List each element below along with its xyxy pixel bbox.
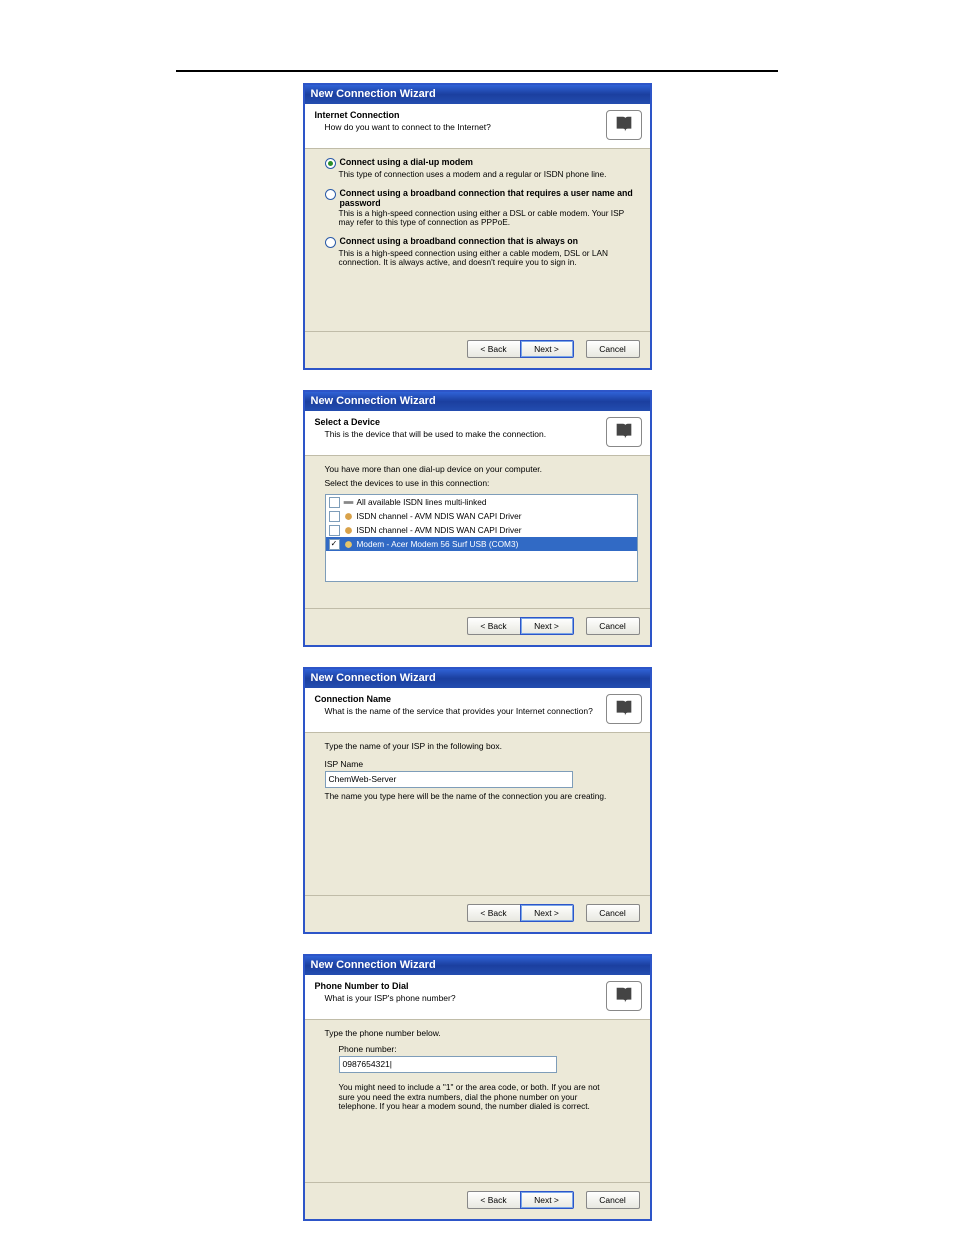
instruction-text: Type the name of your ISP in the followi… bbox=[325, 741, 638, 751]
book-icon bbox=[606, 417, 642, 447]
page-title: Select a Device bbox=[315, 417, 600, 428]
wizard-header: Internet Connection How do you want to c… bbox=[305, 104, 650, 149]
option-broadband-auth[interactable]: Connect using a broadband connection tha… bbox=[325, 188, 638, 228]
option-dialup[interactable]: Connect using a dial-up modem This type … bbox=[325, 157, 638, 180]
option-description: This is a high-speed connection using ei… bbox=[339, 209, 638, 228]
wizard-connection-name: New Connection Wizard Connection Name Wh… bbox=[304, 668, 651, 933]
page-subtitle: This is the device that will be used to … bbox=[325, 429, 600, 439]
next-button[interactable]: Next > bbox=[520, 340, 574, 358]
next-button[interactable]: Next > bbox=[520, 617, 574, 635]
wizard-header: Select a Device This is the device that … bbox=[305, 411, 650, 456]
cancel-button[interactable]: Cancel bbox=[586, 340, 640, 358]
wizard-phone-number: New Connection Wizard Phone Number to Di… bbox=[304, 955, 651, 1220]
phone-number-input[interactable]: 0987654321| bbox=[339, 1056, 557, 1073]
checkbox-icon[interactable] bbox=[329, 511, 340, 522]
checkbox-icon[interactable] bbox=[329, 497, 340, 508]
page-subtitle: How do you want to connect to the Intern… bbox=[325, 122, 600, 132]
list-item-label: ISDN channel - AVM NDIS WAN CAPI Driver bbox=[357, 525, 522, 535]
option-label: Connect using a broadband connection tha… bbox=[340, 236, 579, 246]
cancel-button[interactable]: Cancel bbox=[586, 617, 640, 635]
book-icon bbox=[606, 981, 642, 1011]
cancel-button[interactable]: Cancel bbox=[586, 904, 640, 922]
instruction-text: Select the devices to use in this connec… bbox=[325, 478, 638, 488]
back-button[interactable]: < Back bbox=[467, 1191, 521, 1209]
list-item[interactable]: ISDN channel - AVM NDIS WAN CAPI Driver bbox=[326, 509, 637, 523]
isdn-icon bbox=[343, 497, 354, 508]
page-subtitle: What is your ISP's phone number? bbox=[325, 993, 600, 1003]
hint-text: You might need to include a "1" or the a… bbox=[339, 1083, 609, 1112]
field-label: ISP Name bbox=[325, 759, 638, 769]
next-button[interactable]: Next > bbox=[520, 1191, 574, 1209]
book-icon bbox=[606, 110, 642, 140]
page-title: Internet Connection bbox=[315, 110, 600, 121]
list-item[interactable]: ✓ Modem - Acer Modem 56 Surf USB (COM3) bbox=[326, 537, 637, 551]
window-titlebar[interactable]: New Connection Wizard bbox=[305, 956, 650, 975]
wizard-header: Phone Number to Dial What is your ISP's … bbox=[305, 975, 650, 1020]
option-description: This type of connection uses a modem and… bbox=[339, 170, 638, 180]
window-titlebar[interactable]: New Connection Wizard bbox=[305, 392, 650, 411]
device-listbox[interactable]: All available ISDN lines multi-linked IS… bbox=[325, 494, 638, 582]
modem-icon bbox=[343, 525, 354, 536]
page-title: Connection Name bbox=[315, 694, 600, 705]
modem-icon bbox=[343, 511, 354, 522]
checkbox-icon[interactable] bbox=[329, 525, 340, 536]
instruction-text: Type the phone number below. bbox=[325, 1028, 638, 1038]
instruction-text: You have more than one dial-up device on… bbox=[325, 464, 638, 474]
list-item-label: ISDN channel - AVM NDIS WAN CAPI Driver bbox=[357, 511, 522, 521]
list-item[interactable]: ISDN channel - AVM NDIS WAN CAPI Driver bbox=[326, 523, 637, 537]
page-title: Phone Number to Dial bbox=[315, 981, 600, 992]
hint-text: The name you type here will be the name … bbox=[325, 792, 638, 802]
document-page: New Connection Wizard Internet Connectio… bbox=[176, 70, 778, 1220]
list-item[interactable]: All available ISDN lines multi-linked bbox=[326, 495, 637, 509]
wizard-select-device: New Connection Wizard Select a Device Th… bbox=[304, 391, 651, 646]
option-label: Connect using a broadband connection tha… bbox=[340, 188, 638, 208]
wizard-internet-connection: New Connection Wizard Internet Connectio… bbox=[304, 84, 651, 369]
wizard-footer: < Back Next > Cancel bbox=[305, 1182, 650, 1219]
window-titlebar[interactable]: New Connection Wizard bbox=[305, 85, 650, 104]
cancel-button[interactable]: Cancel bbox=[586, 1191, 640, 1209]
wizard-header: Connection Name What is the name of the … bbox=[305, 688, 650, 733]
back-button[interactable]: < Back bbox=[467, 340, 521, 358]
checkbox-icon[interactable]: ✓ bbox=[329, 539, 340, 550]
back-button[interactable]: < Back bbox=[467, 617, 521, 635]
list-item-label: Modem - Acer Modem 56 Surf USB (COM3) bbox=[357, 539, 519, 549]
back-button[interactable]: < Back bbox=[467, 904, 521, 922]
wizard-footer: < Back Next > Cancel bbox=[305, 895, 650, 932]
window-titlebar[interactable]: New Connection Wizard bbox=[305, 669, 650, 688]
next-button[interactable]: Next > bbox=[520, 904, 574, 922]
isp-name-input[interactable]: ChemWeb-Server bbox=[325, 771, 573, 788]
option-broadband-always[interactable]: Connect using a broadband connection tha… bbox=[325, 236, 638, 268]
radio-icon[interactable] bbox=[325, 237, 336, 248]
wizard-footer: < Back Next > Cancel bbox=[305, 608, 650, 645]
option-description: This is a high-speed connection using ei… bbox=[339, 249, 638, 268]
page-subtitle: What is the name of the service that pro… bbox=[325, 706, 600, 716]
wizard-footer: < Back Next > Cancel bbox=[305, 331, 650, 368]
option-label: Connect using a dial-up modem bbox=[340, 157, 473, 167]
field-label: Phone number: bbox=[339, 1044, 638, 1054]
book-icon bbox=[606, 694, 642, 724]
radio-icon[interactable] bbox=[325, 158, 336, 169]
radio-icon[interactable] bbox=[325, 189, 336, 200]
list-item-label: All available ISDN lines multi-linked bbox=[357, 497, 487, 507]
modem-icon bbox=[343, 539, 354, 550]
